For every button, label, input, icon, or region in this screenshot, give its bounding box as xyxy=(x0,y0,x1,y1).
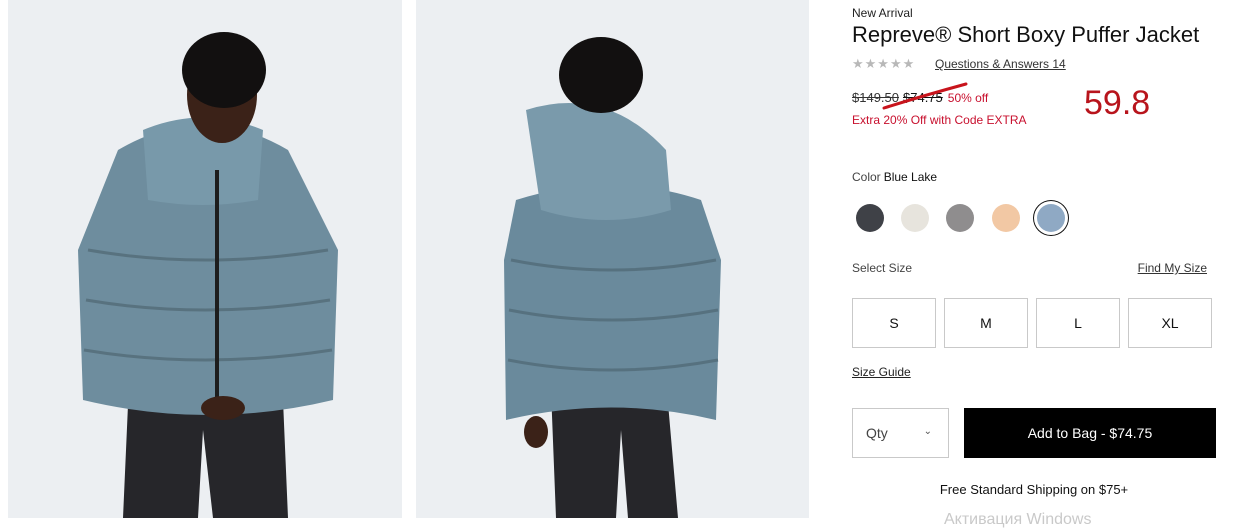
quantity-select[interactable]: Qty ⌄ xyxy=(852,408,949,458)
color-swatch-charcoal[interactable] xyxy=(856,204,884,232)
color-label-text: Color xyxy=(852,170,881,184)
size-option-xl[interactable]: XL xyxy=(1128,298,1212,348)
color-swatch-ivory[interactable] xyxy=(901,204,929,232)
size-option-s[interactable]: S xyxy=(852,298,936,348)
product-image-back[interactable] xyxy=(416,0,809,518)
new-arrival-badge: New Arrival xyxy=(852,6,913,20)
product-details-panel: New Arrival Repreve® Short Boxy Puffer J… xyxy=(852,0,1222,528)
handwritten-price-annotation: 59.8 xyxy=(1084,84,1151,122)
size-guide-link[interactable]: Size Guide xyxy=(852,365,911,379)
add-to-bag-button[interactable]: Add to Bag - $74.75 xyxy=(964,408,1216,458)
extra-promo-text: Extra 20% Off with Code EXTRA xyxy=(852,113,1027,127)
product-image-front[interactable] xyxy=(8,0,402,518)
color-label: Color Blue Lake xyxy=(852,170,937,184)
size-option-m[interactable]: M xyxy=(944,298,1028,348)
questions-answers-link[interactable]: Questions & Answers 14 xyxy=(935,57,1066,71)
model-back-illustration xyxy=(416,0,809,518)
rating-stars-icon[interactable]: ★★★★★ xyxy=(852,56,915,72)
model-front-illustration xyxy=(8,0,402,518)
shipping-note: Free Standard Shipping on $75+ xyxy=(939,482,1129,497)
find-my-size-link[interactable]: Find My Size xyxy=(1138,261,1207,275)
selected-color-name: Blue Lake xyxy=(883,170,938,184)
chevron-down-icon: ⌄ xyxy=(923,426,932,437)
color-swatch-grey[interactable] xyxy=(946,204,974,232)
color-swatch-blue-lake[interactable] xyxy=(1037,204,1065,232)
select-size-label: Select Size xyxy=(852,261,913,275)
quantity-placeholder: Qty xyxy=(866,425,888,441)
product-title: Repreve® Short Boxy Puffer Jacket xyxy=(852,22,1200,47)
color-swatch-peach[interactable] xyxy=(992,204,1020,232)
os-activation-watermark: Активация Windows xyxy=(944,511,1092,528)
size-option-l[interactable]: L xyxy=(1036,298,1120,348)
hand-drawn-strike-mark xyxy=(882,82,968,110)
